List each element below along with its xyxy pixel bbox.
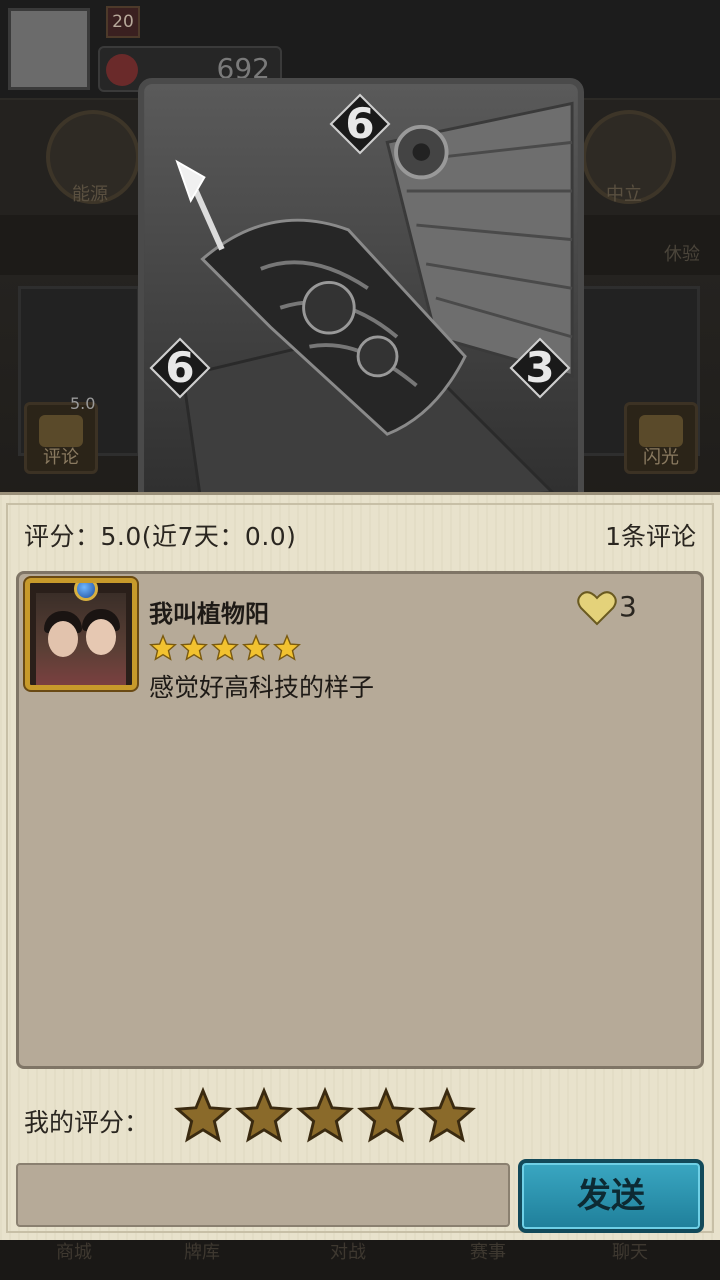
player-avatar bbox=[8, 8, 90, 90]
send-button[interactable]: 发送 bbox=[518, 1159, 704, 1233]
nav-item-events[interactable]: 赛事 bbox=[470, 1238, 506, 1264]
like-count: 3 bbox=[619, 590, 637, 623]
card-cost-value: 6 bbox=[345, 99, 375, 148]
card-health-gem: 3 bbox=[509, 337, 571, 399]
card-attack-gem: 6 bbox=[149, 337, 211, 399]
rating-star-icon[interactable] bbox=[296, 1086, 354, 1145]
heart-icon[interactable] bbox=[577, 590, 617, 626]
info-strip-label: 休验 bbox=[664, 244, 700, 265]
rating-star-icon[interactable] bbox=[357, 1086, 415, 1145]
star-icon bbox=[149, 633, 177, 661]
player-level-badge: 20 bbox=[106, 6, 140, 38]
list-item: 我叫植物阳 感觉好高科技的样子 3 bbox=[25, 578, 685, 702]
my-rating-label: 我的评分： bbox=[24, 1108, 150, 1137]
comment-text: 感觉好高科技的样子 bbox=[149, 673, 375, 702]
rating-star-icon[interactable] bbox=[235, 1086, 293, 1145]
comment-input[interactable] bbox=[16, 1163, 510, 1227]
comment-star-rating bbox=[149, 633, 304, 662]
comment-count: 1条评论 bbox=[605, 522, 696, 551]
commenter-name: 我叫植物阳 bbox=[149, 600, 269, 628]
star-icon bbox=[211, 633, 239, 661]
star-icon bbox=[242, 633, 270, 661]
rating-star-icon[interactable] bbox=[174, 1086, 232, 1145]
coin-icon bbox=[106, 54, 138, 86]
score-summary: 评分：5.0(近7天：0.0) bbox=[24, 522, 297, 551]
review-button-label: 评论 bbox=[43, 447, 79, 468]
comment-panel: 评分：5.0(近7天：0.0) 1条评论 我叫植物阳 感觉好高科技的样子 3 我… bbox=[0, 492, 720, 1240]
card-cost-gem: 6 bbox=[329, 93, 391, 155]
avatar[interactable] bbox=[25, 578, 137, 690]
my-rating-stars[interactable] bbox=[174, 1086, 479, 1147]
flash-button-label: 闪光 bbox=[643, 447, 679, 468]
nav-item-deck[interactable]: 牌库 bbox=[184, 1238, 220, 1264]
faction-right-label: 中立 bbox=[606, 184, 642, 205]
rating-star-icon[interactable] bbox=[418, 1086, 476, 1145]
star-icon bbox=[273, 633, 301, 661]
faction-left-label: 能源 bbox=[72, 184, 108, 205]
send-button-label: 发送 bbox=[577, 1176, 645, 1216]
nav-item-shop[interactable]: 商城 bbox=[56, 1238, 92, 1264]
star-icon bbox=[180, 633, 208, 661]
nav-item-chat[interactable]: 聊天 bbox=[612, 1238, 648, 1264]
avatar-gem-icon bbox=[74, 583, 98, 601]
card-health-value: 3 bbox=[525, 343, 555, 392]
flash-button[interactable]: 闪光 bbox=[624, 402, 698, 474]
comment-list[interactable]: 我叫植物阳 感觉好高科技的样子 3 bbox=[16, 571, 704, 1069]
card-attack-value: 6 bbox=[165, 343, 195, 392]
nav-item-battle[interactable]: 对战 bbox=[330, 1238, 366, 1264]
review-rating-badge: 5.0 bbox=[70, 394, 96, 413]
